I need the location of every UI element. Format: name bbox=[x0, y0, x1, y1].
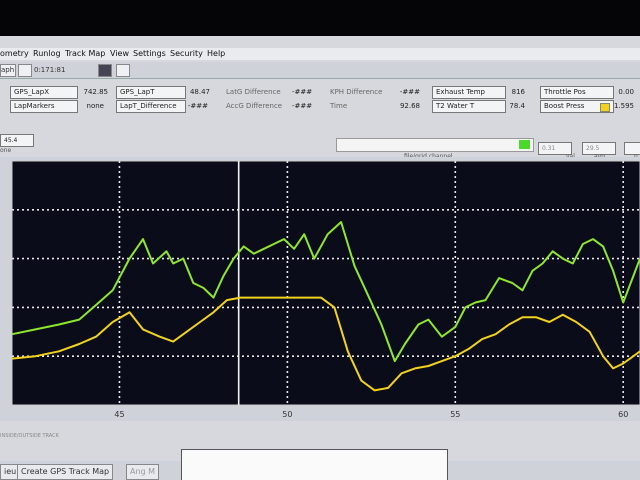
channel-value-boost-press: 1.595 bbox=[613, 102, 634, 110]
tab-create-gps-track-map[interactable]: Create GPS Track Map bbox=[17, 464, 114, 480]
readout-unit: one bbox=[0, 147, 12, 154]
menu-item-help[interactable]: Help bbox=[207, 48, 225, 60]
channel-value-gps-lapx: 742.85 bbox=[83, 88, 109, 96]
channel-value-kph-diff: -### bbox=[399, 88, 420, 96]
channel-value-time: 92.68 bbox=[399, 102, 420, 110]
grid-icon[interactable] bbox=[18, 64, 32, 77]
channel-value-lapt-diff: -### bbox=[187, 102, 208, 110]
channel-label-time[interactable]: Time bbox=[330, 101, 347, 112]
x-tick-label: 55 bbox=[450, 410, 460, 419]
channel-label-lapmarkers[interactable]: LapMarkers bbox=[10, 100, 78, 113]
channel-label-accg-diff[interactable]: AccG Difference bbox=[226, 101, 282, 112]
channel-value-exhaust-temp: 816 bbox=[511, 88, 525, 96]
x-tick-label: 60 bbox=[618, 410, 628, 419]
x-tick-label: 45 bbox=[114, 410, 124, 419]
channel-label-gps-lapt[interactable]: GPS_LapT bbox=[116, 86, 186, 99]
channel-value-lapmarkers: none bbox=[86, 102, 104, 110]
channel-status-indicator bbox=[519, 140, 530, 149]
chart-svg[interactable]: 45 50 55 60 bbox=[0, 157, 640, 421]
channel-label-exhaust-temp[interactable]: Exhaust Temp bbox=[432, 86, 506, 99]
menu-item-telemetry[interactable]: ometry bbox=[0, 48, 29, 60]
channel-value-throttle-pos: 0.00 bbox=[618, 88, 634, 96]
x-tick-label: 50 bbox=[282, 410, 292, 419]
menu-bar: ometry Runlog Track Map View Settings Se… bbox=[0, 48, 640, 60]
channel-value-accg-diff: -### bbox=[292, 102, 313, 110]
toolbar: aph 0:171:81 bbox=[0, 62, 640, 79]
save-icon[interactable] bbox=[98, 64, 112, 77]
boost-color-swatch bbox=[600, 103, 610, 112]
channel-search-field[interactable] bbox=[336, 138, 534, 152]
menu-item-runlog[interactable]: Runlog bbox=[33, 48, 61, 60]
channel-label-kph-diff[interactable]: KPH Difference bbox=[330, 87, 382, 98]
menu-item-view[interactable]: View bbox=[110, 48, 129, 60]
channel-label-latg-diff[interactable]: LatG Difference bbox=[226, 87, 281, 98]
channel-value-gps-lapt: 48.47 bbox=[189, 88, 210, 96]
channel-label-gps-lapx[interactable]: GPS_LapX bbox=[10, 86, 78, 99]
channel-value-latg-diff: -### bbox=[292, 88, 313, 96]
channel-label-lapt-diff[interactable]: LapT_Difference bbox=[116, 100, 186, 113]
menu-item-track-map[interactable]: Track Map bbox=[65, 48, 105, 60]
tab-angle[interactable]: Ang M bbox=[126, 464, 160, 480]
info-panel bbox=[181, 449, 448, 480]
options-icon[interactable] bbox=[116, 64, 130, 77]
channel-label-throttle-pos[interactable]: Throttle Pos bbox=[540, 86, 614, 99]
graph-mode-button[interactable]: aph bbox=[0, 64, 16, 77]
telemetry-chart[interactable]: 45 50 55 60 bbox=[0, 157, 640, 421]
menu-item-settings[interactable]: Settings bbox=[133, 48, 166, 60]
app-window: ometry Runlog Track Map View Settings Se… bbox=[0, 36, 640, 480]
channel-value-water-temp: 78.4 bbox=[509, 102, 525, 110]
plot-area bbox=[11, 160, 640, 406]
channel-label-water-temp[interactable]: T2 Water T bbox=[432, 100, 506, 113]
track-status-text: INSIDE/OUTSIDE TRACK bbox=[0, 433, 59, 439]
menu-item-security[interactable]: Security bbox=[170, 48, 203, 60]
toolbar-time-text: 0:171:81 bbox=[34, 66, 66, 74]
cursor-readout: 45.4 bbox=[0, 134, 34, 147]
